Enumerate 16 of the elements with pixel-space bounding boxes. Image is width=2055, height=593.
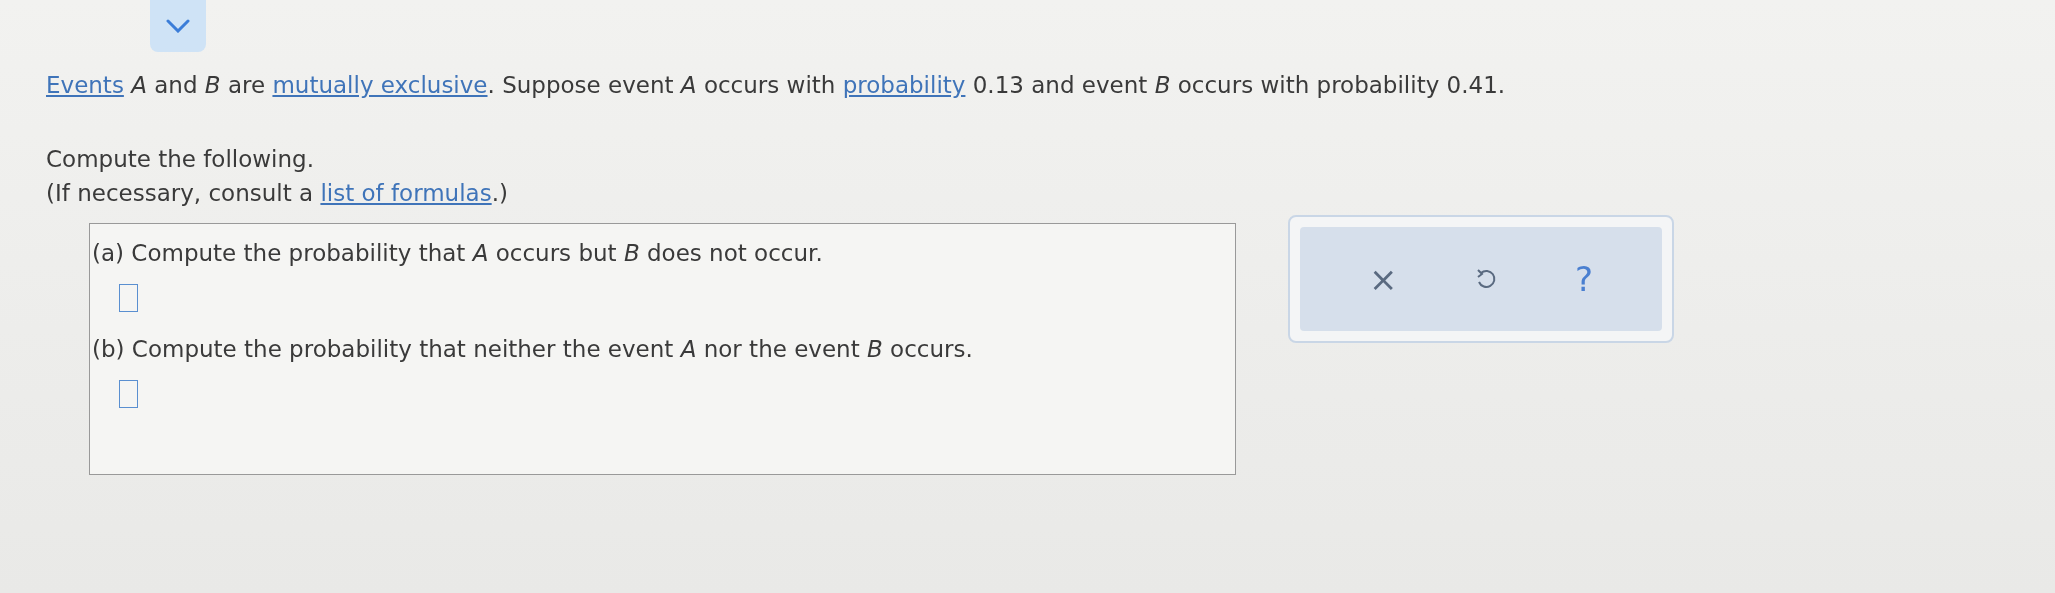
question-text: (b) Compute the probability that neither the event A nor the event B occurs. (92, 335, 974, 364)
answer-box[interactable] (119, 380, 138, 408)
question-text: (a) Compute the probability that A occurs but B does not occur. (92, 239, 824, 268)
term-link[interactable]: probability (842, 72, 966, 98)
formulas-note: (If necessary, consult a list of formulas.) (46, 179, 509, 208)
clear-button[interactable]: × (1362, 259, 1404, 299)
help-button[interactable]: ? (1569, 259, 1600, 299)
term-link[interactable]: Events (46, 72, 124, 98)
term-link[interactable]: mutually exclusive (272, 72, 488, 98)
instruction-text: Compute the following. (46, 145, 315, 174)
undo-icon (1475, 267, 1498, 291)
chevron-down-icon (166, 19, 190, 33)
formulas-link[interactable]: list of formulas (320, 180, 492, 206)
problem-statement: Events A and B are mutually exclusive. Suppose event A occurs with probability 0.13 and event B occurs with probability 0.41. (46, 71, 1507, 100)
answer-box[interactable] (119, 284, 138, 312)
collapse-button[interactable] (150, 0, 206, 52)
